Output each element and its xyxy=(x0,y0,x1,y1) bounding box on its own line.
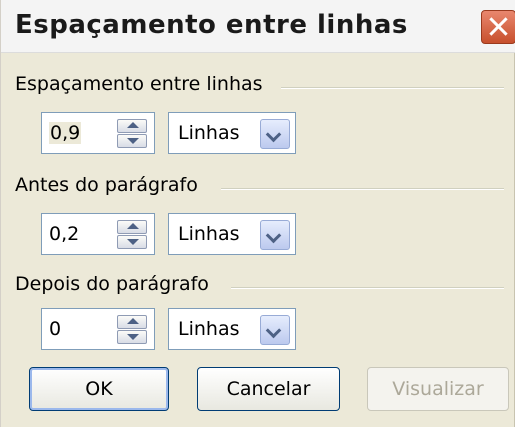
line-spacing-dialog: Espaçamento entre linhas Espaçamento ent… xyxy=(0,0,515,427)
after-paragraph-group-label: Depois do parágrafo xyxy=(15,273,217,295)
arrow-down-icon[interactable] xyxy=(117,134,147,148)
arrow-up-icon[interactable] xyxy=(117,220,147,234)
arrow-down-icon[interactable] xyxy=(117,330,147,344)
before-paragraph-value[interactable]: 0,2 xyxy=(49,223,79,245)
before-paragraph-spinner[interactable]: 0,2 xyxy=(41,213,155,255)
group-divider xyxy=(281,87,504,89)
line-spacing-unit-select[interactable]: Linhas xyxy=(168,112,296,154)
spin-buttons xyxy=(117,315,147,345)
line-spacing-group-label: Espaçamento entre linhas xyxy=(15,73,271,95)
group-divider xyxy=(221,188,504,190)
line-spacing-spinner[interactable]: 0,9 xyxy=(41,112,155,154)
preview-button[interactable]: Visualizar xyxy=(367,367,509,411)
arrow-down-icon[interactable] xyxy=(117,235,147,249)
spin-buttons xyxy=(117,119,147,149)
arrow-up-icon[interactable] xyxy=(117,315,147,329)
before-paragraph-unit-select[interactable]: Linhas xyxy=(168,213,296,255)
window-title: Espaçamento entre linhas xyxy=(15,10,408,40)
after-paragraph-spinner[interactable]: 0 xyxy=(41,308,155,350)
chevron-down-icon[interactable] xyxy=(260,315,290,345)
chevron-down-icon[interactable] xyxy=(260,220,290,250)
cancel-button[interactable]: Cancelar xyxy=(197,367,340,411)
title-bar: Espaçamento entre linhas xyxy=(1,0,515,53)
arrow-up-icon[interactable] xyxy=(117,119,147,133)
chevron-down-icon[interactable] xyxy=(260,119,290,149)
ok-button[interactable]: OK xyxy=(29,367,169,411)
after-paragraph-value[interactable]: 0 xyxy=(49,318,61,340)
before-paragraph-group-label: Antes do parágrafo xyxy=(15,174,206,196)
after-paragraph-unit: Linhas xyxy=(178,318,240,340)
before-paragraph-unit: Linhas xyxy=(178,223,240,245)
close-icon[interactable] xyxy=(481,10,515,44)
after-paragraph-unit-select[interactable]: Linhas xyxy=(168,308,296,350)
spin-buttons xyxy=(117,220,147,250)
group-divider xyxy=(231,287,504,289)
line-spacing-value[interactable]: 0,9 xyxy=(49,122,82,144)
line-spacing-unit: Linhas xyxy=(178,122,240,144)
